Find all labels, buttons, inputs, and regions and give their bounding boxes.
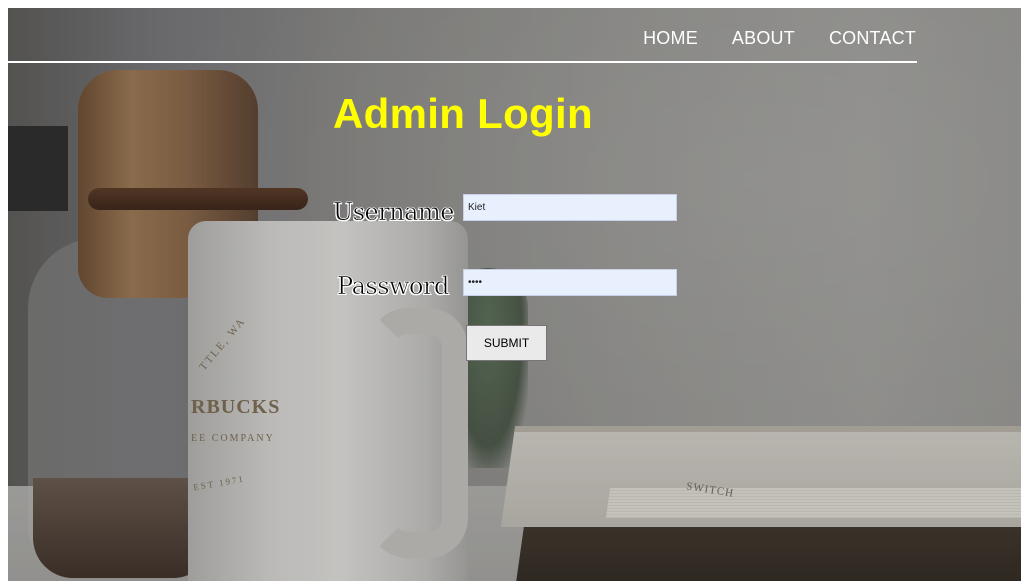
top-nav: HOME ABOUT CONTACT [643, 28, 916, 49]
username-label: Username [333, 198, 455, 227]
page-frame: SWITCH TTLE, WA RBUCKS EE COMPANY EST 19… [8, 8, 1021, 581]
username-input[interactable] [463, 194, 677, 221]
nav-link-home[interactable]: HOME [643, 28, 698, 49]
nav-link-contact[interactable]: CONTACT [829, 28, 916, 49]
password-input[interactable] [463, 269, 677, 296]
nav-divider [8, 61, 917, 63]
password-label: Password [337, 272, 450, 301]
page-title: Admin Login [333, 90, 593, 137]
nav-link-about[interactable]: ABOUT [732, 28, 795, 49]
submit-button[interactable]: SUBMIT [466, 325, 547, 361]
